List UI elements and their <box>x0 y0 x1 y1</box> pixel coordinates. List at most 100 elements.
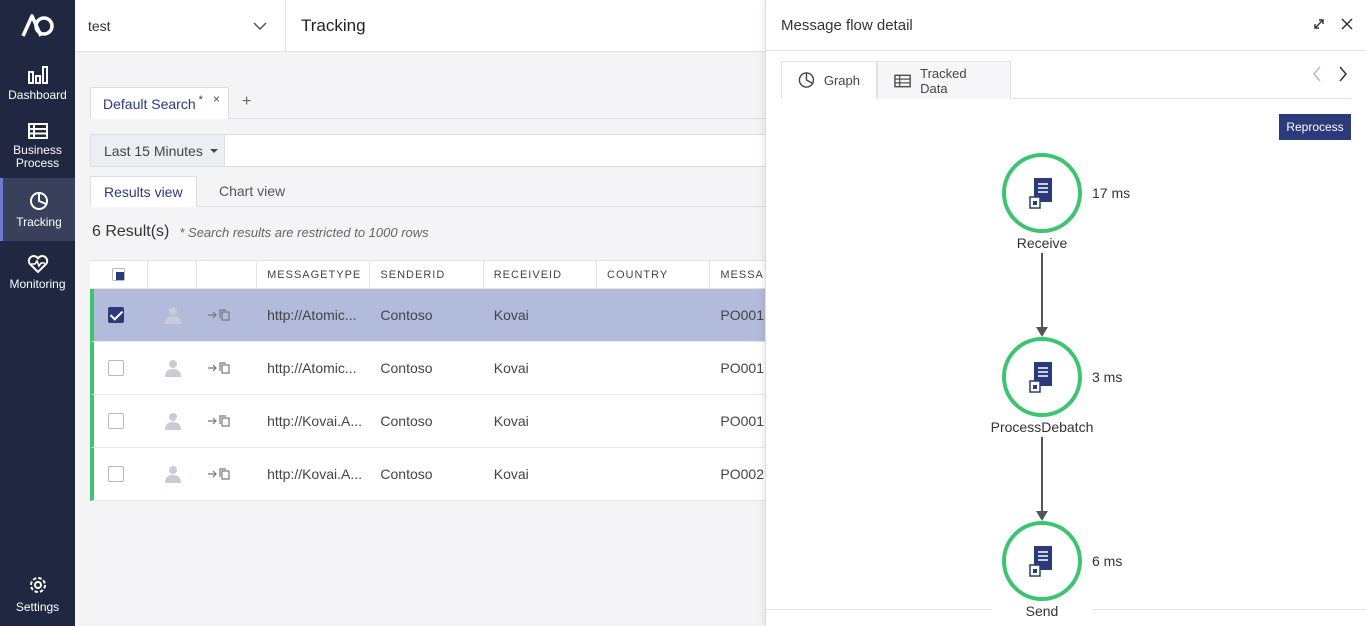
results-summary: 6 Result(s) * Search results are restric… <box>92 222 429 242</box>
environment-select[interactable]: test <box>75 0 286 52</box>
table-row[interactable]: http://Kovai.A... Contoso Kovai PO001 <box>90 395 780 448</box>
tab-graph[interactable]: Graph <box>781 61 877 99</box>
tab-default-search[interactable]: Default Search * × <box>90 87 229 119</box>
chevron-right-icon[interactable] <box>1338 66 1348 82</box>
document-icon <box>1029 178 1052 209</box>
message-flow-panel: Message flow detail Graph Tracked Data R… <box>765 0 1366 626</box>
flow-edge <box>1041 437 1043 512</box>
nav-dashboard[interactable]: Dashboard <box>0 52 75 115</box>
user-cell <box>148 448 198 500</box>
environment-value: test <box>88 18 111 34</box>
list-icon <box>27 123 48 139</box>
add-tab-button[interactable]: + <box>242 93 251 111</box>
expand-icon[interactable] <box>1312 17 1326 31</box>
chevron-left-icon[interactable] <box>1312 66 1322 82</box>
chevron-down-icon <box>253 22 267 30</box>
row-check-cell <box>94 342 148 394</box>
cell-receiveid: Kovai <box>493 413 529 429</box>
flow-node-processdebatch[interactable] <box>1002 337 1082 417</box>
tab-chart-view[interactable]: Chart view <box>206 176 298 207</box>
row-checkbox[interactable] <box>108 413 124 429</box>
nav-label: Dashboard <box>8 87 67 102</box>
column-senderid[interactable]: SENDERID <box>370 261 484 288</box>
row-checkbox[interactable] <box>108 307 124 323</box>
node-label: Receive <box>942 235 1142 251</box>
node-time: 17 ms <box>1092 185 1131 201</box>
cell-senderid: Contoso <box>380 307 433 323</box>
row-checkbox[interactable] <box>108 360 124 376</box>
row-actions[interactable] <box>197 342 257 394</box>
cell-receiveid: Kovai <box>493 307 529 323</box>
row-actions[interactable] <box>197 448 257 500</box>
results-table: MESSAGETYPE SENDERID RECEIVEID COUNTRY M… <box>90 260 780 501</box>
gear-icon <box>29 577 46 593</box>
nav-label: Business Process <box>13 143 62 170</box>
cell-messagetype: http://Atomic... <box>267 360 357 376</box>
row-checkbox[interactable] <box>108 466 124 482</box>
sidebar: Dashboard Business Process Tracking Moni… <box>0 0 75 626</box>
arrow-copy-icon <box>208 362 231 374</box>
arrow-down-icon <box>1036 327 1048 337</box>
reprocess-button[interactable]: Reprocess <box>1279 114 1351 140</box>
arrow-down-icon <box>1036 511 1048 521</box>
pie-clock-icon <box>30 191 48 210</box>
filter-bar: Last 15 Minutes <box>90 134 780 167</box>
results-note: * Search results are restricted to 1000 … <box>179 224 429 240</box>
column-messagetype[interactable]: MESSAGETYPE <box>257 261 371 288</box>
app-logo[interactable] <box>0 0 75 52</box>
select-all-cell <box>90 261 148 288</box>
tab-tracked-data[interactable]: Tracked Data <box>877 61 1011 99</box>
table-row[interactable]: http://Atomic... Contoso Kovai PO001 <box>90 342 780 395</box>
row-actions[interactable] <box>197 289 257 341</box>
nav-label: Settings <box>15 600 60 614</box>
user-icon <box>164 413 181 430</box>
row-actions[interactable] <box>197 395 257 447</box>
user-icon <box>164 466 181 483</box>
node-label: Send <box>992 603 1092 619</box>
main-content: Default Search * × + Last 15 Minutes Res… <box>75 52 780 626</box>
cell-messagetype: http://Atomic... <box>267 307 357 323</box>
cell-senderid: Contoso <box>380 413 433 429</box>
header-actions <box>197 261 258 288</box>
tab-tracked-label: Tracked Data <box>920 65 967 96</box>
cell-receiveid: Kovai <box>493 466 529 482</box>
results-count: 6 Result(s) <box>92 223 170 240</box>
document-icon <box>1029 362 1052 393</box>
tab-results-view[interactable]: Results view <box>90 176 197 207</box>
nav-settings[interactable]: Settings <box>0 563 75 626</box>
time-range-dropdown[interactable]: Last 15 Minutes <box>91 135 225 166</box>
panel-tabs: Graph Tracked Data <box>781 61 1351 99</box>
row-check-cell <box>94 395 148 447</box>
cell-receiveid: Kovai <box>493 360 529 376</box>
column-country[interactable]: COUNTRY <box>597 261 711 288</box>
select-all-checkbox[interactable] <box>112 268 125 281</box>
close-tab-icon[interactable]: × <box>213 92 220 106</box>
user-cell <box>148 289 198 341</box>
flow-node-receive[interactable] <box>1002 153 1082 233</box>
row-check-cell <box>94 448 148 500</box>
search-tabs: Default Search * × + <box>90 87 780 119</box>
table-row[interactable]: http://Atomic... Contoso Kovai PO001 <box>90 289 780 342</box>
bar-chart-icon <box>27 65 48 84</box>
nav-label: Monitoring <box>9 276 66 291</box>
cell-senderid: Contoso <box>380 360 433 376</box>
node-label: ProcessDebatch <box>942 419 1142 435</box>
nav-tracking[interactable]: Tracking <box>0 178 75 241</box>
nav-business-process[interactable]: Business Process <box>0 115 75 178</box>
user-cell <box>148 342 198 394</box>
pie-chart-icon <box>798 72 815 88</box>
cell-country <box>597 342 710 394</box>
table-icon <box>894 74 911 87</box>
search-tab-label: Default Search <box>103 95 196 112</box>
table-row[interactable]: http://Kovai.A... Contoso Kovai PO002 <box>90 448 780 501</box>
unsaved-marker: * <box>198 93 203 106</box>
time-range-value: Last 15 Minutes <box>104 142 203 159</box>
cell-senderid: Contoso <box>380 466 433 482</box>
panel-header: Message flow detail <box>766 0 1366 51</box>
page-title: Tracking <box>301 16 366 35</box>
column-receiveid[interactable]: RECEIVEID <box>484 261 598 288</box>
close-icon[interactable] <box>1340 17 1354 31</box>
flow-edge <box>1041 253 1043 328</box>
flow-node-send[interactable] <box>1002 521 1082 601</box>
nav-monitoring[interactable]: Monitoring <box>0 241 75 304</box>
